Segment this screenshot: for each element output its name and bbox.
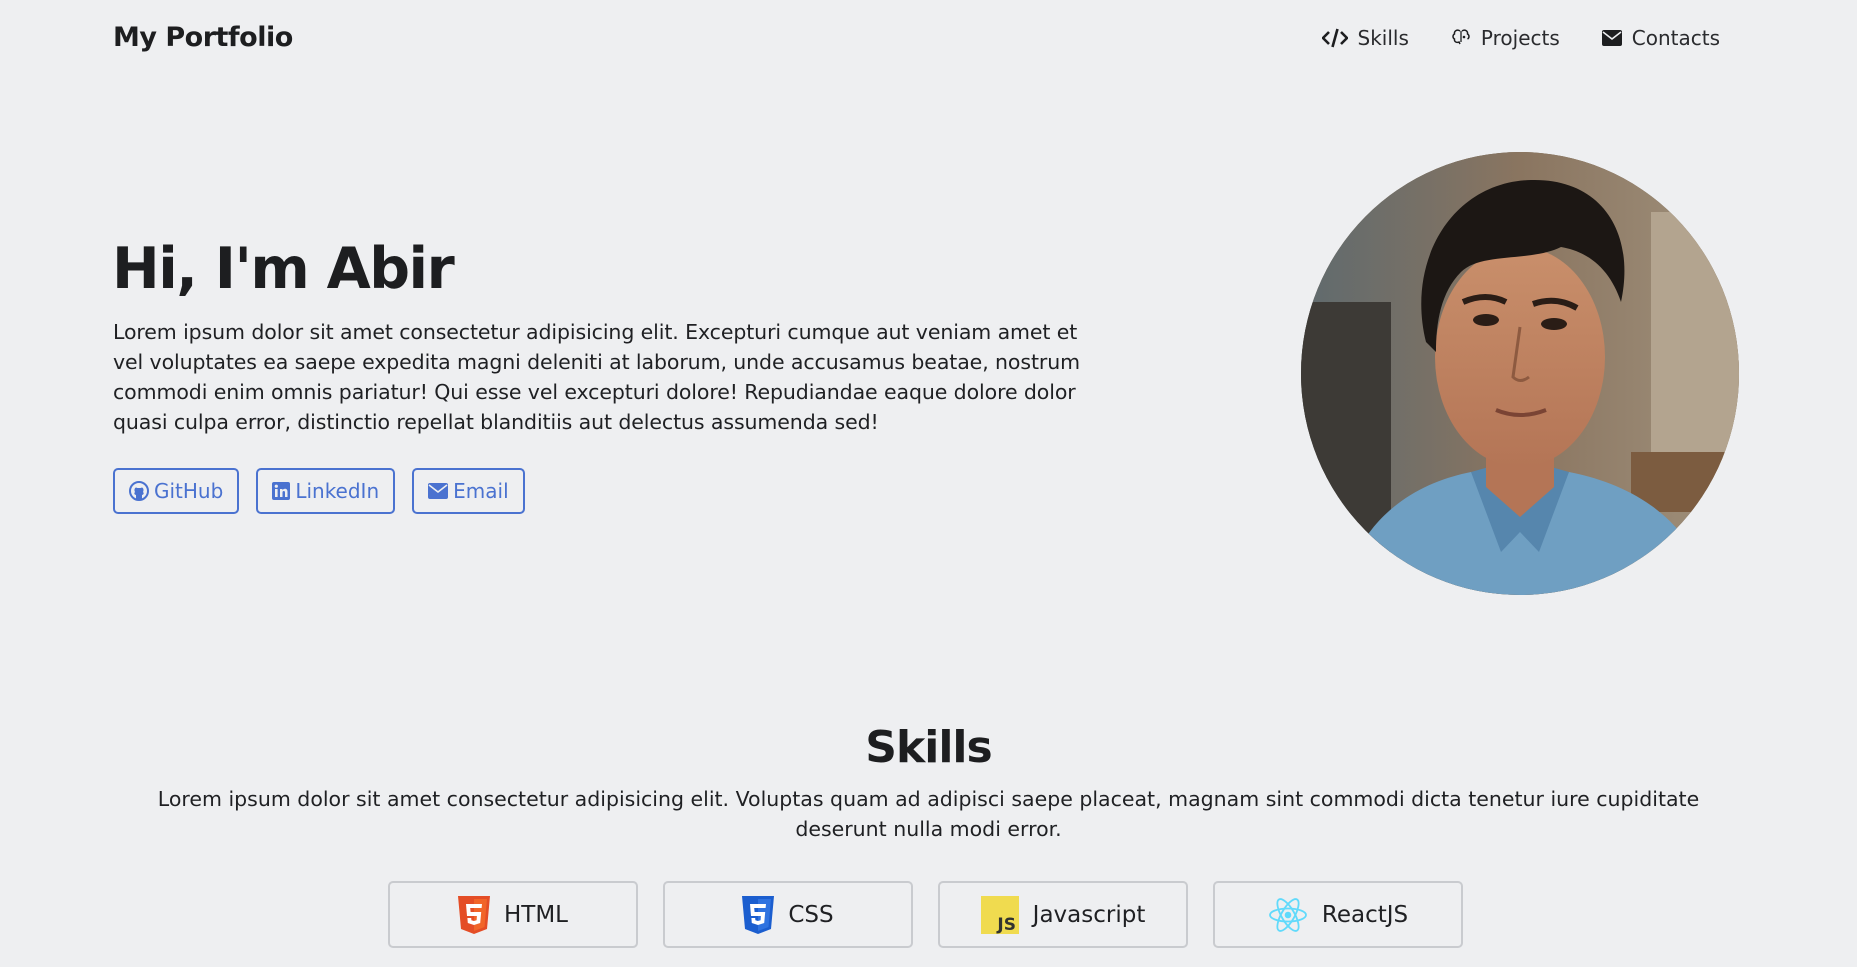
nav-link-skills-label: Skills: [1357, 26, 1409, 50]
skill-card-javascript-label: Javascript: [1032, 901, 1146, 928]
envelope-icon: [1601, 30, 1622, 46]
nav-link-contacts[interactable]: Contacts: [1601, 26, 1720, 50]
skill-cards: HTML CSS JS Javascript ReactJS: [388, 881, 1463, 948]
linkedin-button[interactable]: LinkedIn: [256, 468, 396, 514]
react-icon: [1268, 897, 1307, 932]
skill-card-html-label: HTML: [503, 901, 568, 928]
skill-card-css[interactable]: CSS: [663, 881, 913, 948]
html5-icon: [457, 895, 490, 934]
brain-icon: [1452, 29, 1470, 45]
hero-title: Hi, I'm Abir: [112, 236, 455, 302]
navbar: My Portfolio Skills Projects Contacts: [0, 0, 1857, 80]
nav-link-contacts-label: Contacts: [1631, 26, 1720, 50]
email-button-label: Email: [453, 479, 509, 503]
nav-links: Skills Projects Contacts: [1280, 26, 1720, 50]
skills-title: Skills: [865, 722, 992, 773]
nav-link-projects[interactable]: Projects: [1451, 26, 1560, 50]
skill-card-javascript[interactable]: JS Javascript: [938, 881, 1188, 948]
skill-card-css-label: CSS: [788, 901, 834, 928]
github-button-label: GitHub: [154, 479, 224, 503]
nav-link-projects-label: Projects: [1480, 26, 1560, 50]
css3-icon: [742, 895, 775, 934]
svg-text:JS: JS: [996, 915, 1016, 934]
nav-link-skills[interactable]: Skills: [1321, 26, 1409, 50]
email-button[interactable]: Email: [412, 468, 525, 514]
envelope-icon: [428, 483, 449, 499]
skill-card-reactjs-label: ReactJS: [1321, 901, 1409, 928]
linkedin-button-label: LinkedIn: [295, 479, 380, 503]
skills-description: Lorem ipsum dolor sit amet consectetur a…: [157, 787, 1700, 841]
linkedin-icon: [272, 482, 291, 500]
skill-card-reactjs[interactable]: ReactJS: [1213, 881, 1463, 948]
social-buttons: GitHub LinkedIn Email: [113, 468, 525, 514]
github-button[interactable]: GitHub: [113, 468, 240, 514]
profile-photo: [1301, 152, 1739, 595]
hero-description: Lorem ipsum dolor sit amet consectetur a…: [113, 320, 1080, 434]
js-icon: JS: [980, 895, 1019, 934]
github-icon: [129, 481, 149, 501]
skill-card-html[interactable]: HTML: [388, 881, 638, 948]
code-icon: [1321, 28, 1348, 48]
brand-logo[interactable]: My Portfolio: [113, 22, 293, 53]
